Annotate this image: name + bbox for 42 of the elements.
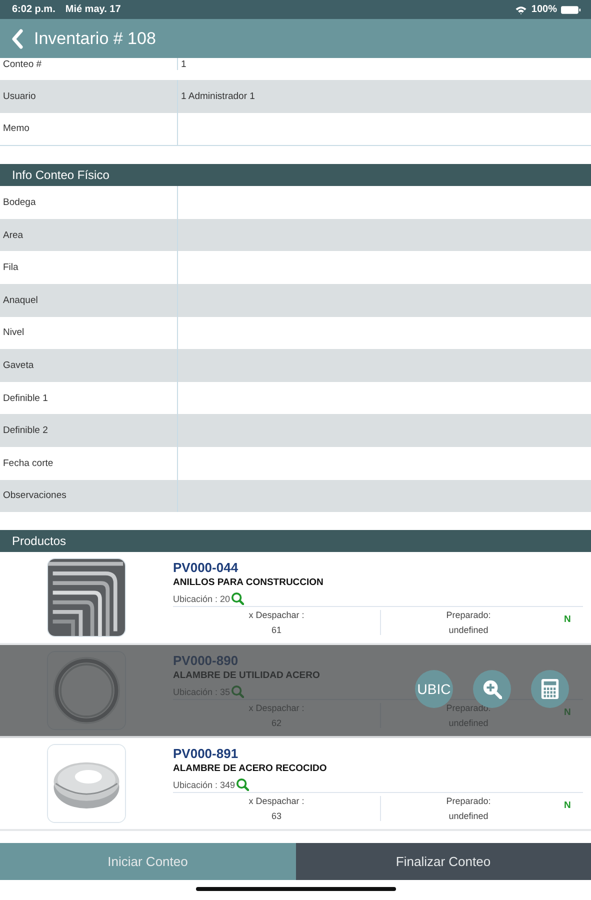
time-text: 6:02 p.m. — [12, 4, 56, 15]
battery-icon — [561, 6, 581, 14]
search-icon — [231, 592, 244, 606]
prepared-value: undefined — [448, 811, 490, 822]
product-code: PV000-044 — [173, 560, 240, 576]
screen-title: Inventario # 108 — [34, 28, 156, 48]
search-button[interactable] — [236, 778, 250, 792]
product-name: ANILLOS PARA CONSTRUCCION — [173, 577, 324, 588]
input-field[interactable]: 1 — [178, 58, 591, 70]
calculator-icon — [540, 678, 560, 699]
footer-button[interactable]: Finalizar Conteo — [296, 843, 591, 880]
back-icon — [10, 28, 24, 48]
product-name: ALAMBRE DE UTILIDAD ACERO — [173, 670, 321, 682]
wifi-icon — [515, 4, 528, 14]
field-label: Conteo # — [0, 58, 178, 70]
input-field[interactable]: 1 Administrador 1 — [178, 80, 591, 113]
search-button[interactable] — [231, 592, 244, 606]
battery-text: 100% — [531, 4, 557, 15]
calculator-button[interactable] — [531, 670, 569, 708]
back-button[interactable] — [10, 28, 24, 48]
section-header: Productos — [0, 530, 591, 552]
dispatch-value: 63 — [270, 811, 282, 822]
date-text: Mié may. 17 — [65, 4, 121, 15]
field-label: Observaciones — [0, 480, 178, 512]
prepared-label: Preparado: — [445, 610, 492, 620]
status-text: N — [564, 706, 571, 720]
product-code: PV000-891 — [173, 746, 240, 762]
location-text: Ubicación : 349 — [173, 780, 236, 790]
section-header: Info Conteo Físico — [0, 164, 591, 186]
location-text: Ubicación : 20 — [173, 594, 230, 604]
product-name: ALAMBRE DE ACERO RECOCIDO — [173, 763, 328, 774]
status-text: N — [564, 799, 571, 814]
search-icon — [236, 778, 250, 792]
dispatch-label: x Despachar : — [248, 610, 306, 620]
dispatch-value: 61 — [270, 625, 282, 636]
product-code: PV000-890 — [173, 653, 240, 668]
field-label: Memo — [0, 112, 178, 146]
zoom-in-icon — [482, 678, 502, 699]
dispatch-label: x Despachar : — [248, 796, 306, 806]
prepared-label: Preparado: — [445, 796, 492, 806]
prepared-value: undefined — [448, 625, 490, 636]
status-text: N — [564, 613, 571, 628]
